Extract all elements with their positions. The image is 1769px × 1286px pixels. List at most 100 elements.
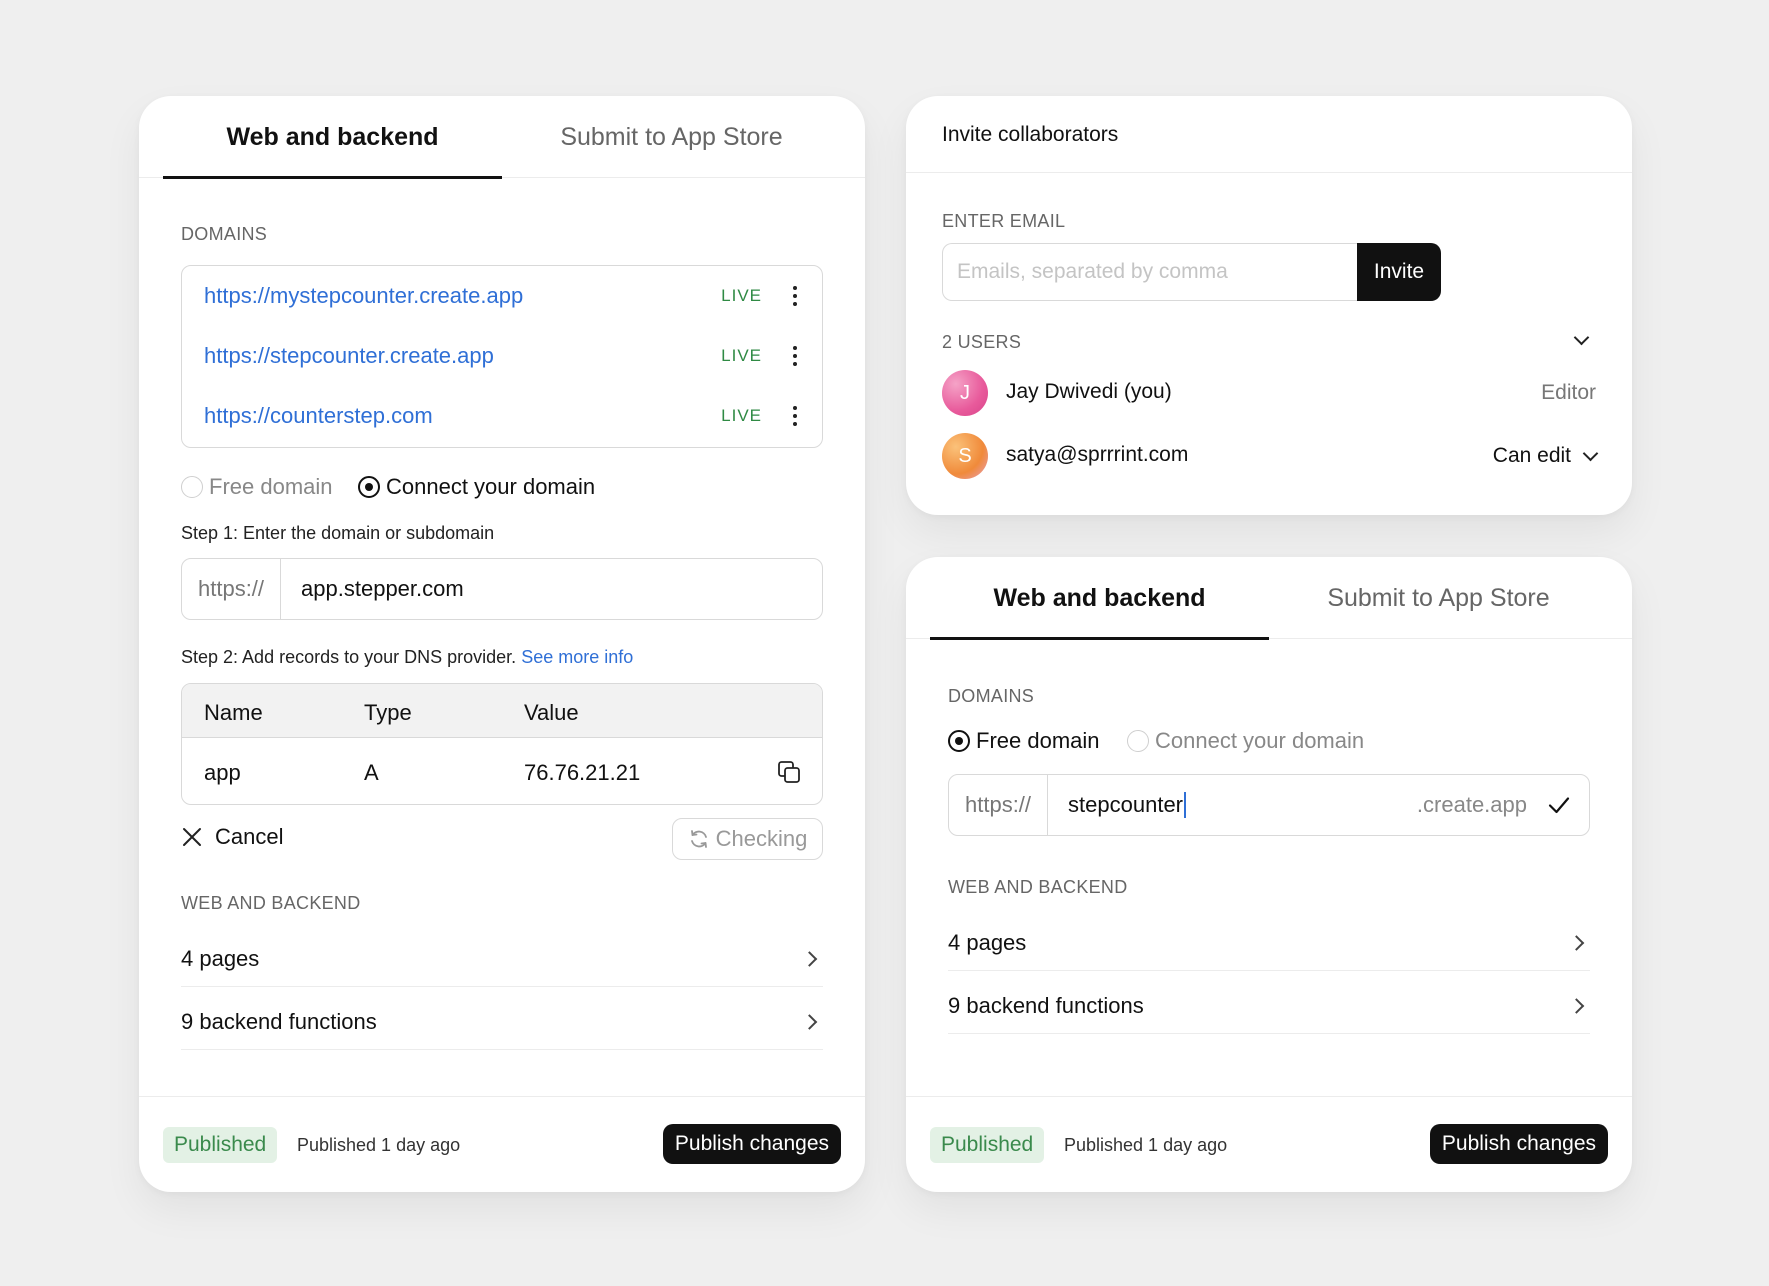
backend-functions-label: 9 backend functions bbox=[181, 1008, 377, 1034]
status-badge: Published bbox=[163, 1127, 278, 1163]
status-badge: Published bbox=[930, 1127, 1045, 1163]
step-2-label: Step 2: Add records to your DNS provider… bbox=[181, 647, 517, 667]
dns-cell-type: A bbox=[364, 760, 379, 785]
invite-card: Invite collaborators ENTER EMAIL Invite … bbox=[906, 96, 1632, 515]
chevron-right-icon bbox=[801, 1013, 818, 1030]
user-name: Jay Dwivedi (you) bbox=[1006, 380, 1172, 403]
dns-header-name: Name bbox=[204, 700, 263, 725]
tab-bar: Web and backend Submit to App Store bbox=[906, 557, 1632, 640]
live-badge: LIVE bbox=[721, 346, 762, 365]
live-badge: LIVE bbox=[721, 286, 762, 305]
url-value[interactable]: stepcounter bbox=[1048, 792, 1187, 818]
refresh-icon bbox=[690, 830, 707, 848]
cancel-label: Cancel bbox=[215, 824, 284, 849]
footer: Published Published 1 day ago Publish ch… bbox=[139, 1096, 865, 1192]
domain-input[interactable]: https:// app.stepper.com bbox=[181, 558, 823, 620]
published-time: Published 1 day ago bbox=[1064, 1135, 1228, 1155]
footer: Published Published 1 day ago Publish ch… bbox=[906, 1096, 1632, 1192]
radio-free-domain[interactable]: Free domain bbox=[948, 728, 1100, 754]
chevron-down-icon[interactable] bbox=[1573, 329, 1590, 346]
domain-row: https://counterstep.com LIVE bbox=[182, 386, 822, 446]
live-badge: LIVE bbox=[721, 406, 762, 425]
radio-on-icon bbox=[948, 730, 970, 752]
text-cursor bbox=[1184, 792, 1187, 818]
avatar: S bbox=[942, 433, 988, 479]
more-icon[interactable] bbox=[788, 284, 802, 308]
dns-cell-value: 76.76.21.21 bbox=[524, 760, 641, 785]
radio-off-icon bbox=[181, 476, 203, 498]
role-dropdown[interactable]: Can edit bbox=[1492, 444, 1599, 468]
dns-table: Name Type Value app A 76.76.21.21 bbox=[181, 683, 823, 805]
chevron-right-icon bbox=[801, 950, 818, 967]
checkmark-icon bbox=[1548, 797, 1570, 814]
publish-card-right: Web and backend Submit to App Store DOMA… bbox=[906, 557, 1632, 1192]
chevron-right-icon bbox=[1568, 997, 1585, 1014]
pages-row[interactable]: 4 pages bbox=[948, 915, 1590, 971]
user-name: satya@sprrrint.com bbox=[1006, 443, 1189, 466]
enter-email-label: ENTER EMAIL bbox=[942, 211, 1066, 231]
users-count-label: 2 USERS bbox=[942, 332, 1022, 352]
pages-row[interactable]: 4 pages bbox=[181, 931, 823, 987]
publish-card-left: Web and backend Submit to App Store DOMA… bbox=[139, 96, 865, 1192]
publish-changes-button[interactable]: Publish changes bbox=[662, 1124, 841, 1164]
pages-label: 4 pages bbox=[181, 945, 260, 971]
backend-functions-label: 9 backend functions bbox=[948, 992, 1144, 1018]
url-value[interactable]: app.stepper.com bbox=[281, 576, 464, 602]
radio-label: Connect your domain bbox=[386, 474, 596, 499]
avatar: J bbox=[942, 370, 988, 416]
close-icon bbox=[183, 828, 201, 846]
radio-label: Free domain bbox=[976, 728, 1100, 753]
radio-connect-domain[interactable]: Connect your domain bbox=[358, 474, 595, 500]
user-role: Editor bbox=[1541, 381, 1596, 404]
checking-label: Checking bbox=[715, 826, 808, 851]
chevron-down-icon bbox=[1582, 445, 1599, 461]
email-input[interactable] bbox=[942, 243, 1357, 301]
tab-bar: Web and backend Submit to App Store bbox=[139, 96, 865, 179]
dns-header-type: Type bbox=[364, 700, 412, 725]
step-2-text: Step 2: Add records to your DNS provider… bbox=[181, 647, 633, 668]
checking-button[interactable]: Checking bbox=[672, 818, 823, 860]
radio-label: Connect your domain bbox=[1155, 728, 1365, 753]
dns-header-row: Name Type Value bbox=[182, 684, 822, 738]
radio-free-domain[interactable]: Free domain bbox=[181, 474, 333, 500]
tab-submit-app-store[interactable]: Submit to App Store bbox=[502, 96, 841, 178]
backend-functions-row[interactable]: 9 backend functions bbox=[948, 978, 1590, 1034]
tab-web-and-backend[interactable]: Web and backend bbox=[930, 557, 1269, 640]
invite-button[interactable]: Invite bbox=[1357, 243, 1441, 301]
radio-connect-domain[interactable]: Connect your domain bbox=[1127, 728, 1364, 754]
invite-title: Invite collaborators bbox=[942, 123, 1119, 146]
radio-label: Free domain bbox=[209, 474, 333, 499]
dns-cell-name: app bbox=[204, 760, 241, 785]
radio-off-icon bbox=[1127, 730, 1149, 752]
url-suffix: .create.app bbox=[1416, 792, 1527, 817]
domain-link[interactable]: https://mystepcounter.create.app bbox=[204, 283, 523, 309]
subdomain-value: stepcounter bbox=[1068, 792, 1184, 817]
domain-link[interactable]: https://stepcounter.create.app bbox=[204, 343, 494, 369]
subdomain-input[interactable]: https:// stepcounter .create.app bbox=[948, 774, 1590, 836]
see-more-info-link[interactable]: See more info bbox=[521, 647, 633, 667]
more-icon[interactable] bbox=[788, 404, 802, 428]
domain-row: https://mystepcounter.create.app LIVE bbox=[182, 266, 822, 326]
url-prefix: https:// bbox=[949, 775, 1049, 835]
tab-web-and-backend[interactable]: Web and backend bbox=[163, 96, 502, 179]
domains-label: DOMAINS bbox=[181, 224, 268, 244]
published-time: Published 1 day ago bbox=[297, 1135, 461, 1155]
dns-header-value: Value bbox=[524, 700, 579, 725]
web-and-backend-label: WEB AND BACKEND bbox=[948, 877, 1128, 897]
role-label: Can edit bbox=[1492, 444, 1571, 467]
domains-label: DOMAINS bbox=[948, 686, 1035, 706]
divider bbox=[906, 172, 1632, 173]
domain-link[interactable]: https://counterstep.com bbox=[204, 403, 433, 429]
chevron-right-icon bbox=[1568, 934, 1585, 951]
radio-on-icon bbox=[358, 476, 380, 498]
domain-row: https://stepcounter.create.app LIVE bbox=[182, 326, 822, 386]
backend-functions-row[interactable]: 9 backend functions bbox=[181, 994, 823, 1050]
publish-changes-button[interactable]: Publish changes bbox=[1429, 1124, 1608, 1164]
step-1-text: Step 1: Enter the domain or subdomain bbox=[181, 523, 495, 543]
cancel-button[interactable]: Cancel bbox=[181, 824, 283, 850]
pages-label: 4 pages bbox=[948, 929, 1027, 955]
more-icon[interactable] bbox=[788, 344, 802, 368]
email-invite-group: Invite bbox=[942, 243, 1441, 301]
copy-icon[interactable] bbox=[777, 760, 801, 784]
tab-submit-app-store[interactable]: Submit to App Store bbox=[1269, 557, 1608, 639]
